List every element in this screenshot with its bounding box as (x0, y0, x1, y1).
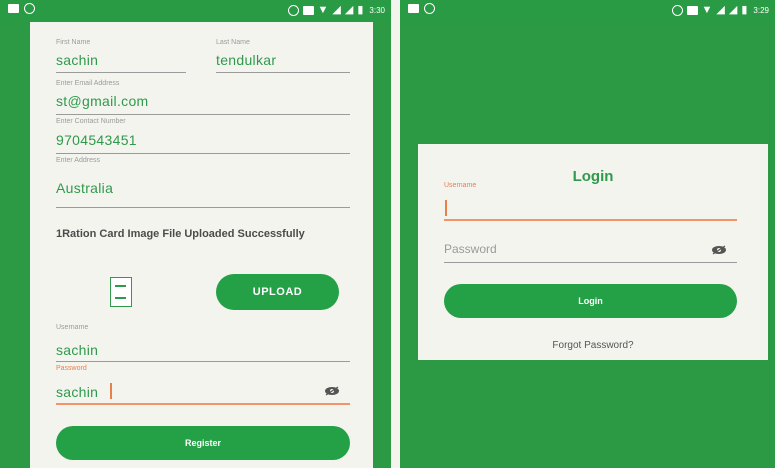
clock: 3:29 (753, 6, 769, 15)
status-bar: ▼ ◢ ◢ ▮ 3:30 (0, 0, 391, 22)
first-name-label: First Name (56, 39, 91, 46)
first-name-value: sachin (56, 52, 99, 68)
document-icon (110, 277, 132, 307)
wifi-icon: ▼ (317, 4, 329, 16)
username-underline (56, 361, 350, 362)
address-value: Australia (56, 180, 114, 196)
upload-status-message: 1Ration Card Image File Uploaded Success… (56, 228, 305, 240)
login-username-label: Username (444, 182, 477, 189)
sync-icon (287, 4, 299, 16)
login-password-underline (444, 262, 737, 263)
login-username-underline (444, 219, 737, 221)
visibility-off-icon[interactable] (324, 386, 340, 396)
last-name-label: Last Name (216, 39, 250, 46)
whatsapp-icon (424, 3, 435, 14)
forgot-password-link[interactable]: Forgot Password? (418, 340, 768, 351)
signal-icon-2: ◢ (728, 4, 738, 16)
battery-icon: ▮ (357, 4, 364, 16)
wifi-icon: ▼ (701, 4, 713, 16)
contact-underline (56, 153, 350, 154)
email-label: Enter Email Address (56, 80, 120, 87)
password-value: sachin (56, 384, 99, 400)
visibility-off-icon[interactable] (711, 245, 727, 255)
vibrate-icon (302, 6, 314, 15)
battery-icon: ▮ (741, 4, 748, 16)
text-cursor (110, 383, 112, 399)
login-password-placeholder: Password (444, 242, 497, 256)
last-name-underline (216, 72, 350, 73)
password-underline (56, 403, 350, 405)
signal-icon-2: ◢ (344, 4, 354, 16)
whatsapp-icon (24, 3, 35, 14)
password-label: Password (56, 365, 87, 372)
address-label: Enter Address (56, 157, 100, 164)
email-underline (56, 114, 350, 115)
status-bar: ▼ ◢ ◢ ▮ 3:29 (400, 0, 775, 22)
last-name-value: tendulkar (216, 52, 277, 68)
login-screen: ▼ ◢ ◢ ▮ 3:29 Login Username Password Log… (400, 0, 775, 468)
register-screen: ▼ ◢ ◢ ▮ 3:30 First Name sachin Last Name… (0, 0, 391, 468)
email-value: st@gmail.com (56, 93, 149, 109)
text-cursor (445, 200, 447, 216)
clock: 3:30 (369, 6, 385, 15)
notification-icon (8, 4, 19, 13)
address-underline (56, 207, 350, 208)
upload-button[interactable]: UPLOAD (216, 274, 339, 310)
contact-value: 9704543451 (56, 132, 137, 148)
first-name-underline (56, 72, 186, 73)
register-button[interactable]: Register (56, 426, 350, 460)
login-button[interactable]: Login (444, 284, 737, 318)
username-label: Username (56, 324, 89, 331)
register-form: First Name sachin Last Name tendulkar En… (30, 22, 373, 468)
login-card: Login Username Password Login Forgot Pas… (418, 144, 768, 360)
signal-icon: ◢ (332, 4, 341, 16)
vibrate-icon (686, 6, 698, 15)
username-value: sachin (56, 342, 99, 358)
signal-icon: ◢ (716, 4, 725, 16)
sync-icon (671, 4, 683, 16)
contact-label: Enter Contact Number (56, 118, 126, 125)
notification-icon (408, 4, 419, 13)
